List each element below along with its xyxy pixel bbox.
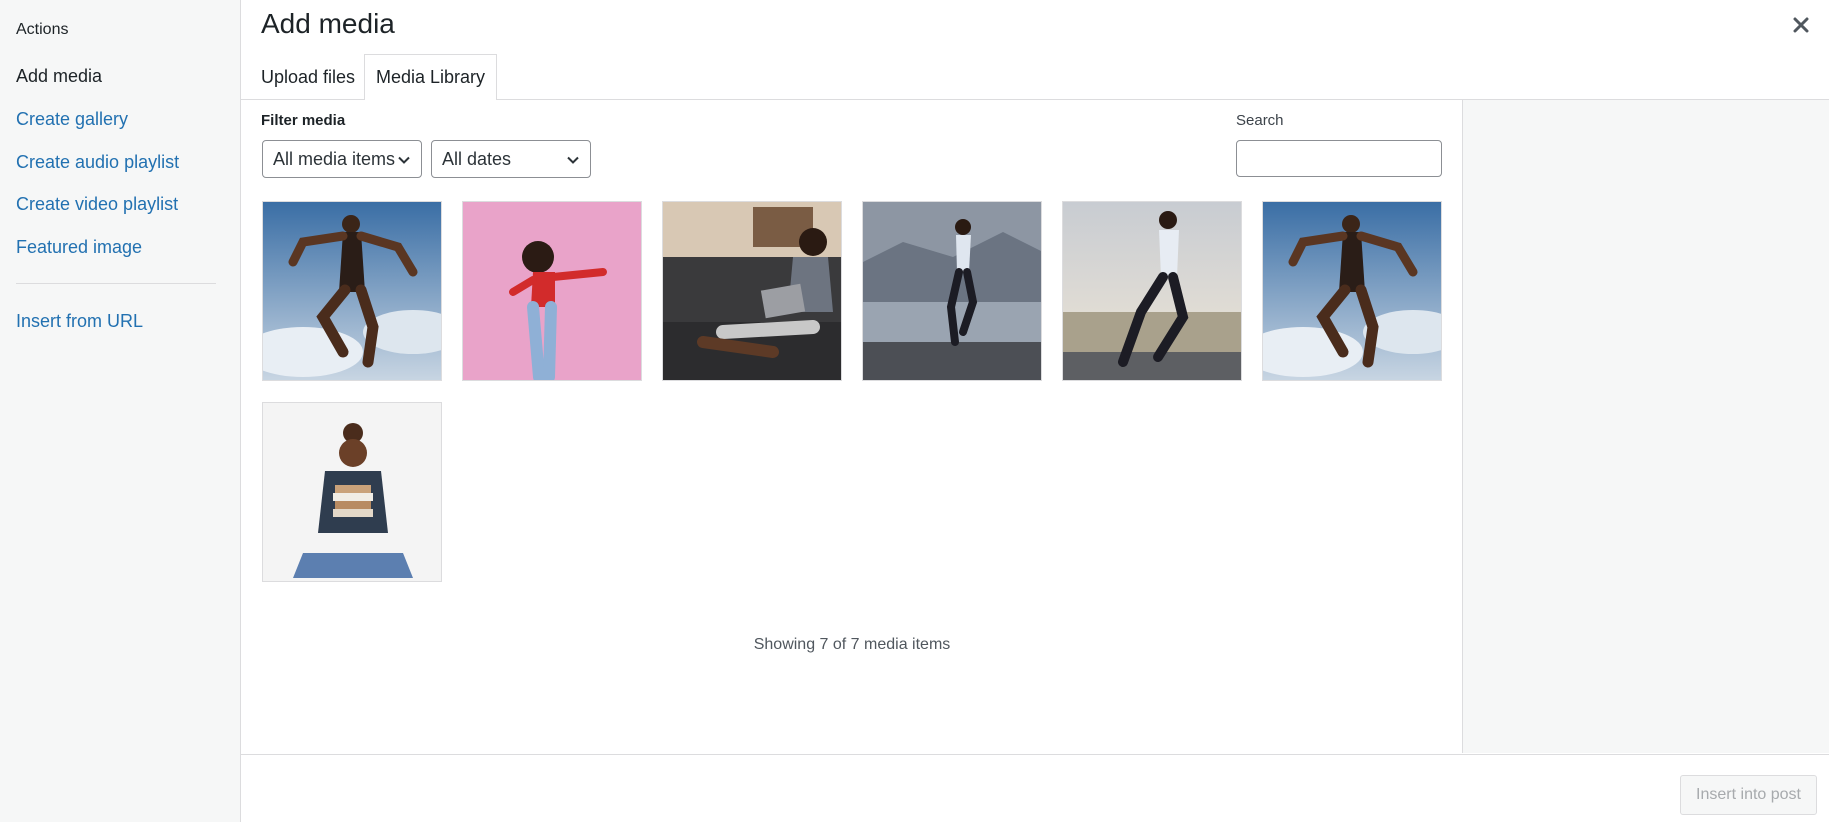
menu-item-featured-image[interactable]: Featured image: [16, 237, 142, 258]
tab-media-library[interactable]: Media Library: [364, 54, 498, 101]
menu-divider: [16, 283, 216, 284]
menu-item-add-media[interactable]: Add media: [16, 66, 102, 87]
media-date-select[interactable]: All dates: [431, 140, 591, 178]
menu-item-create-audio-playlist[interactable]: Create audio playlist: [16, 152, 179, 173]
media-type-value: All media items: [273, 149, 396, 169]
search-label: Search: [1236, 112, 1284, 129]
media-thumbnail[interactable]: [262, 402, 442, 582]
media-count-status: Showing 7 of 7 media items: [753, 636, 951, 653]
boy-with-tablet-image: [663, 202, 841, 380]
add-media-modal: Actions Add media Create gallery Create …: [0, 0, 1829, 822]
chevron-down-icon: [567, 156, 579, 164]
media-thumbnail[interactable]: [262, 201, 442, 381]
media-router: Upload files Media Library: [241, 54, 1829, 101]
media-library-content: Filter media All media items All dates S…: [241, 100, 1463, 753]
menu-item-create-video-playlist[interactable]: Create video playlist: [16, 194, 178, 215]
media-thumbnail[interactable]: [462, 201, 642, 381]
search-input[interactable]: [1236, 140, 1442, 177]
media-thumbnail[interactable]: [1262, 201, 1442, 381]
media-type-select[interactable]: All media items: [262, 140, 422, 178]
filter-media-label: Filter media: [261, 112, 346, 129]
attachment-details-sidebar: [1463, 100, 1829, 753]
man-running-sunset-image: [1063, 202, 1241, 380]
girl-with-books-image: [263, 403, 441, 581]
close-button[interactable]: [1786, 10, 1816, 40]
media-thumbnail[interactable]: [862, 201, 1042, 381]
modal-title: Add media: [261, 8, 395, 39]
media-date-value: All dates: [442, 149, 512, 169]
media-menu: Actions Add media Create gallery Create …: [0, 0, 241, 822]
chevron-down-icon: [398, 156, 410, 164]
menu-item-create-gallery[interactable]: Create gallery: [16, 109, 128, 130]
menu-heading: Actions: [16, 21, 69, 38]
media-thumbnail[interactable]: [1062, 201, 1242, 381]
media-toolbar: Insert into post: [241, 754, 1829, 822]
dancing-woman-image: [463, 202, 641, 380]
menu-item-insert-from-url[interactable]: Insert from URL: [16, 311, 143, 332]
insert-into-post-button[interactable]: Insert into post: [1680, 775, 1817, 815]
jumping-man-image: [1263, 202, 1441, 380]
tab-upload-files[interactable]: Upload files: [250, 54, 366, 100]
media-thumbnail[interactable]: [662, 201, 842, 381]
jumping-man-image: [263, 202, 441, 380]
close-icon: [1793, 17, 1809, 33]
man-running-city-image: [863, 202, 1041, 380]
